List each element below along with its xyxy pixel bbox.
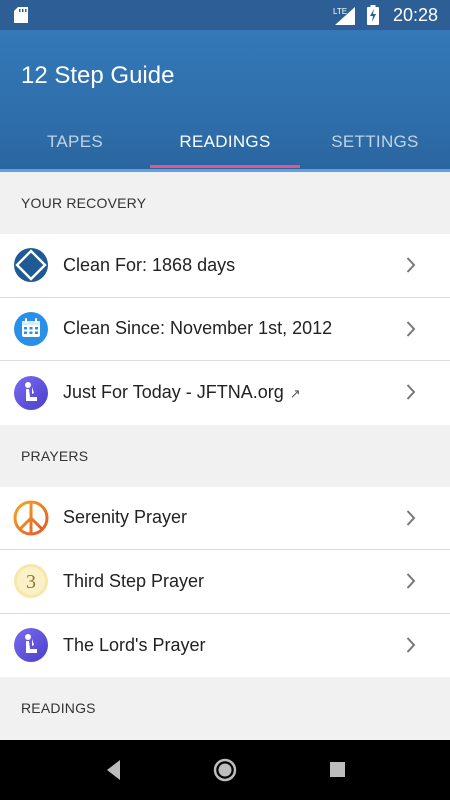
svg-text:3: 3 xyxy=(26,571,36,593)
recents-icon[interactable] xyxy=(329,761,346,778)
section-header-recovery: YOUR RECOVERY xyxy=(21,195,147,211)
list-item-label: Serenity Prayer xyxy=(63,507,188,528)
tab-tapes[interactable]: TAPES xyxy=(0,114,150,170)
external-link-icon: ↗ xyxy=(289,386,301,402)
chevron-right-icon xyxy=(406,509,416,526)
praying-person-icon xyxy=(14,375,48,410)
list-item-third-step-prayer[interactable]: 3 Third Step Prayer xyxy=(0,550,450,614)
signal-icon: LTE xyxy=(333,7,355,25)
chevron-right-icon xyxy=(406,257,416,273)
list-item-label: Third Step Prayer xyxy=(63,570,205,591)
list-item-clean-for[interactable]: Clean For: 1868 days xyxy=(0,234,450,298)
list-item-label: The Lord's Prayer xyxy=(63,634,206,655)
list-item-text: Just For Today - JFTNA.org xyxy=(63,382,284,403)
na-diamond-icon xyxy=(14,248,48,283)
section-header-prayers: PRAYERS xyxy=(21,447,89,464)
calendar-icon xyxy=(14,311,48,346)
list-item-label: Clean Since: November 1st, 2012 xyxy=(63,318,333,339)
back-icon[interactable] xyxy=(104,756,122,784)
app-title: 12 Step Guide xyxy=(21,62,175,89)
list-item-label: Just For Today - JFTNA.org ↗ xyxy=(63,382,301,403)
list-item-just-for-today[interactable]: Just For Today - JFTNA.org ↗ xyxy=(0,361,450,425)
readings-list: YOUR RECOVERY Clean For: 1868 days Clean… xyxy=(0,172,450,740)
network-type-label: LTE xyxy=(333,7,347,16)
section-header-readings: READINGS xyxy=(21,700,96,716)
list-item-serenity-prayer[interactable]: Serenity Prayer xyxy=(0,486,450,550)
tab-bar: TAPES READINGS SETTINGS xyxy=(0,114,450,170)
app-bar: 12 Step Guide TAPES READINGS SETTINGS xyxy=(0,30,450,172)
chevron-right-icon xyxy=(406,636,416,653)
peace-sign-icon xyxy=(13,500,49,536)
status-bar: LTE 20:28 xyxy=(0,0,450,30)
sd-card-icon xyxy=(14,7,28,23)
battery-charging-icon xyxy=(366,5,379,25)
list-item-clean-since[interactable]: Clean Since: November 1st, 2012 xyxy=(0,297,450,361)
chevron-right-icon xyxy=(406,320,416,337)
home-icon[interactable] xyxy=(212,757,238,783)
praying-person-icon xyxy=(14,628,48,663)
system-navigation-bar xyxy=(0,740,450,800)
list-item-label: Clean For: 1868 days xyxy=(63,254,236,275)
clock: 20:28 xyxy=(392,4,438,25)
chevron-right-icon xyxy=(406,573,416,589)
number-three-icon: 3 xyxy=(14,564,48,599)
list-item-lords-prayer[interactable]: The Lord's Prayer xyxy=(0,613,450,677)
tab-settings[interactable]: SETTINGS xyxy=(300,114,450,170)
tab-readings[interactable]: READINGS xyxy=(150,114,300,170)
chevron-right-icon xyxy=(406,384,416,400)
